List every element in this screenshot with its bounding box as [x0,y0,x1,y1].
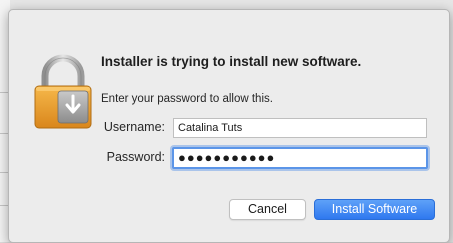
password-field[interactable]: ●●●●●●●●●●● [172,147,428,169]
username-field[interactable] [173,118,427,138]
cancel-button[interactable]: Cancel [229,199,306,220]
username-label: Username: [103,120,165,134]
authentication-dialog: Installer is trying to install new softw… [8,9,450,243]
dialog-title: Installer is trying to install new softw… [101,54,362,69]
dialog-message: Enter your password to allow this. [101,93,273,105]
password-label: Password: [106,150,165,164]
lock-icon [34,54,92,129]
install-software-button[interactable]: Install Software [314,199,435,220]
